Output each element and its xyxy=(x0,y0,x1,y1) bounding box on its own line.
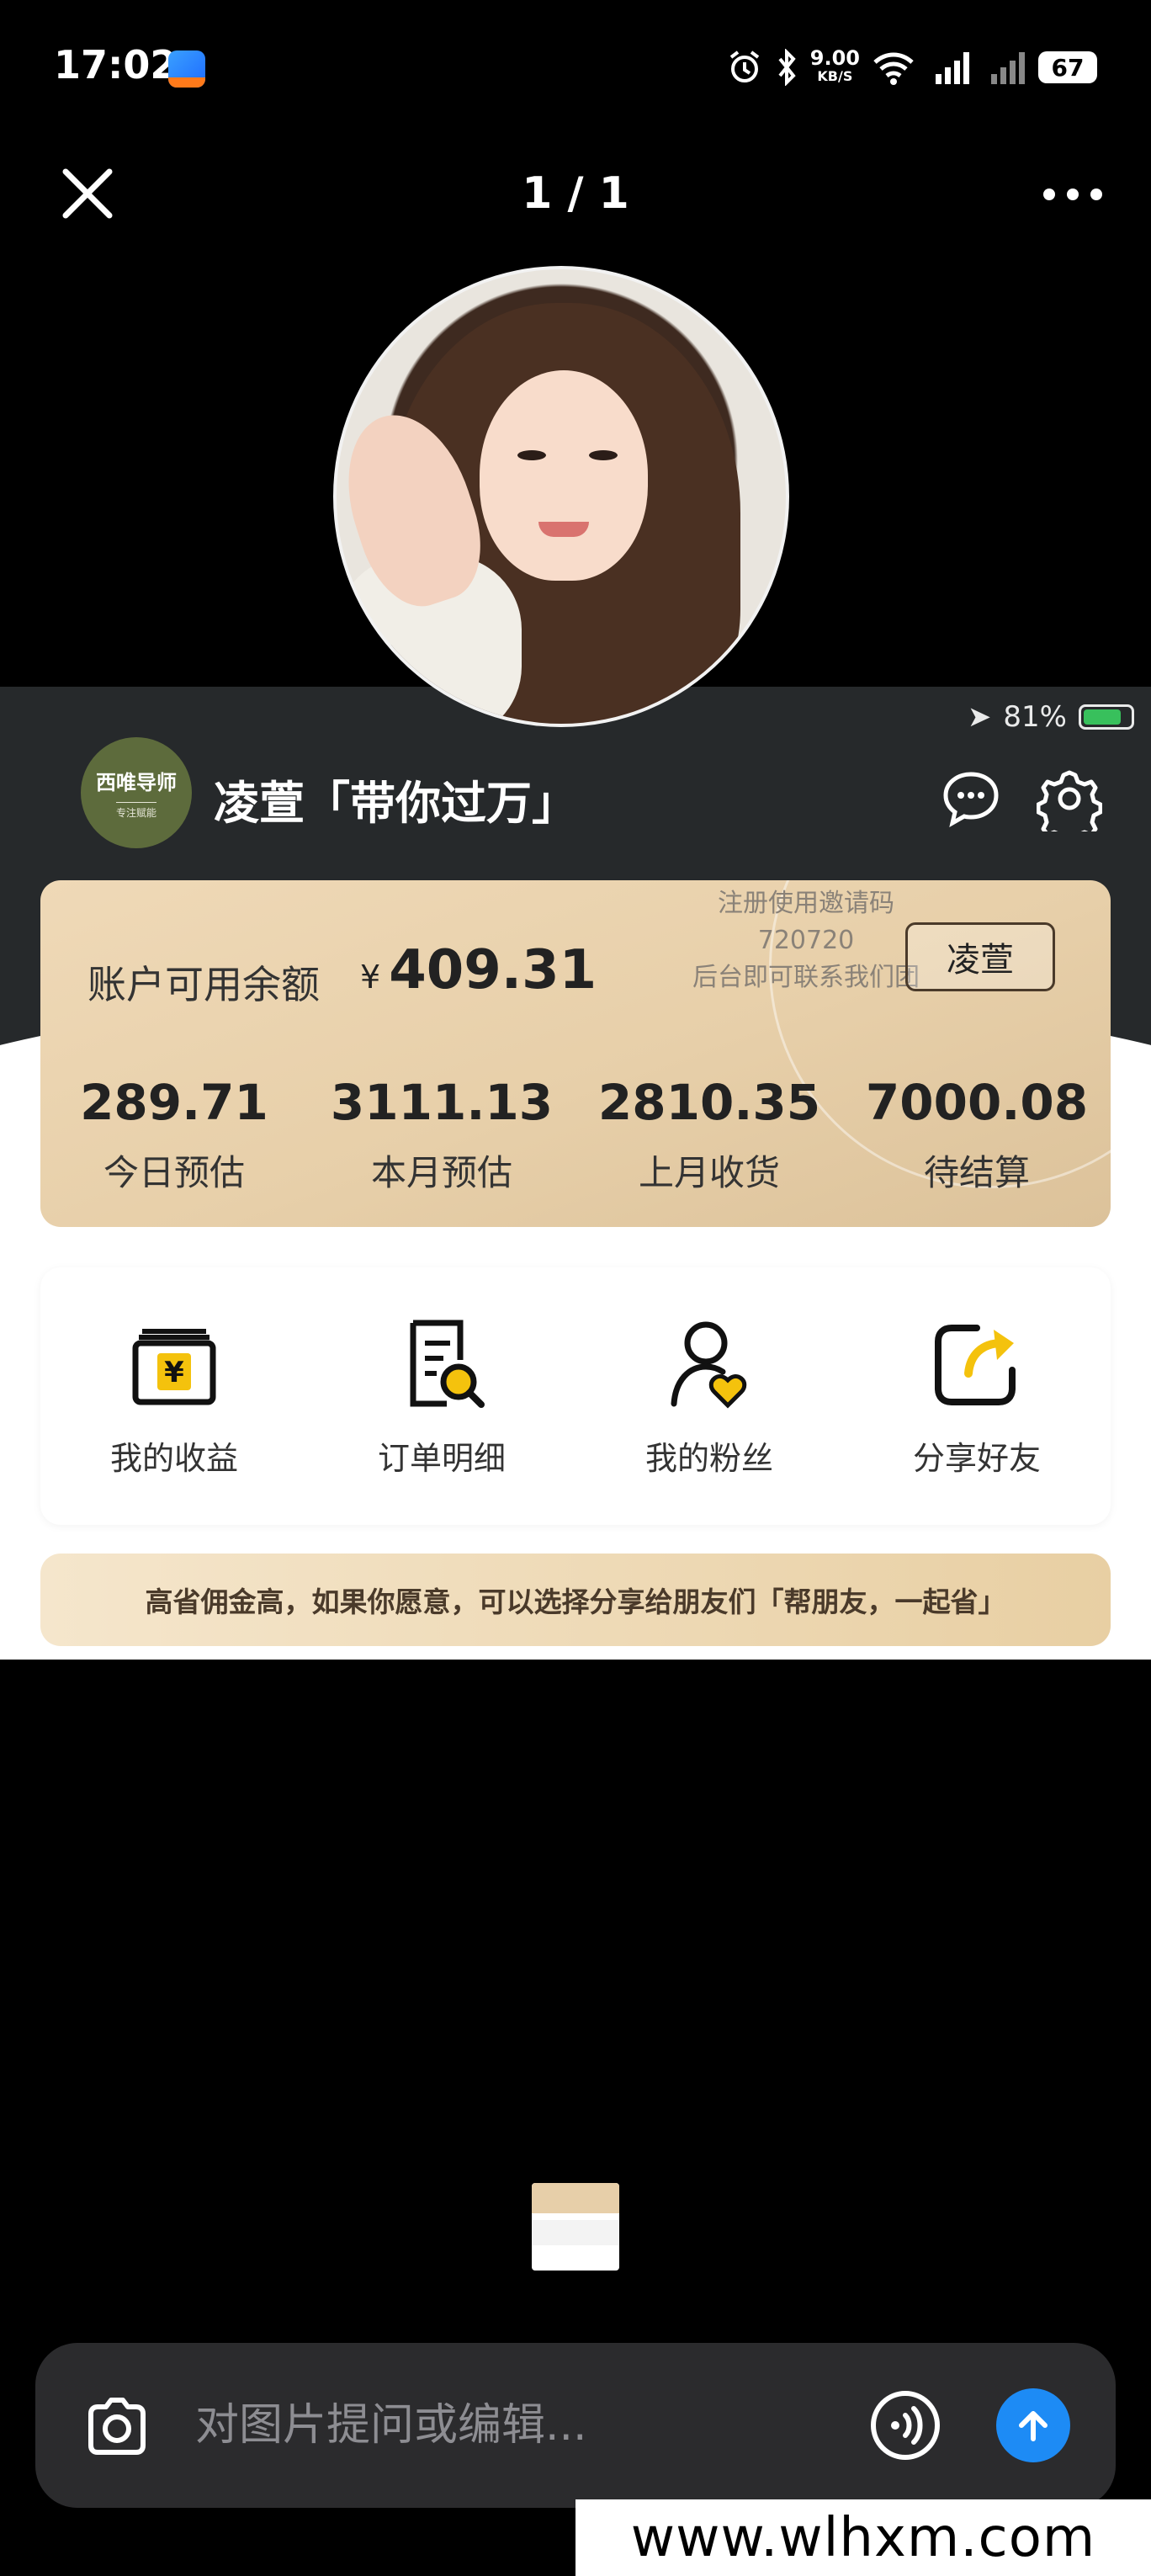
stat-last-month[interactable]: 2810.35 上月收货 xyxy=(576,1074,843,1196)
more-options-button[interactable] xyxy=(1043,173,1102,215)
inner-battery-icon xyxy=(1079,704,1134,730)
currency-symbol: ¥ xyxy=(360,959,381,996)
inner-location-icon: ➤ xyxy=(967,700,992,734)
wifi-icon xyxy=(873,52,914,85)
stat-value: 7000.08 xyxy=(865,1074,1089,1131)
app-notification-icon xyxy=(168,50,205,88)
image-counter: 1 / 1 xyxy=(522,168,629,219)
stat-value: 3111.13 xyxy=(330,1074,554,1131)
menu-item-orders[interactable]: 订单明细 xyxy=(308,1267,576,1525)
stat-this-month[interactable]: 3111.13 本月预估 xyxy=(308,1074,576,1196)
balance-card[interactable]: 账户可用余额 ¥409.31 注册使用邀请码 720720 后台即可联系我们团 … xyxy=(40,880,1111,1227)
bluetooth-icon xyxy=(778,49,796,86)
more-dot xyxy=(1090,189,1102,200)
stat-label: 今日预估 xyxy=(103,1152,245,1193)
balance-amount: 409.31 xyxy=(389,939,597,1001)
invite-name-button[interactable]: 凌萱 xyxy=(905,922,1055,991)
menu-item-earnings[interactable]: ¥ 我的收益 xyxy=(40,1267,308,1525)
watermark: www.wlhxm.com xyxy=(576,2499,1151,2576)
brand-logo: 西唯导师 专注赋能 xyxy=(81,737,192,848)
balance-label: 账户可用余额 xyxy=(88,962,320,1007)
signal-5g-icon xyxy=(936,52,969,84)
net-speed: 9.00 KB/S xyxy=(809,46,860,86)
menu-label: 分享好友 xyxy=(912,1440,1041,1477)
alarm-icon xyxy=(729,50,759,82)
stat-value: 289.71 xyxy=(80,1074,268,1131)
menu-label: 我的收益 xyxy=(109,1440,238,1477)
order-search-icon xyxy=(410,1320,485,1408)
menu-item-fans[interactable]: 我的粉丝 xyxy=(576,1267,843,1525)
gear-icon[interactable] xyxy=(1037,766,1102,831)
brand-logo-line2: 专注赋能 xyxy=(115,802,156,820)
ask-input[interactable] xyxy=(195,2392,868,2459)
stats-row: 289.71 今日预估 3111.13 本月预估 2810.35 上月收货 70… xyxy=(40,1074,1111,1196)
ask-input-bar xyxy=(35,2343,1116,2508)
profile-photo xyxy=(333,266,789,727)
inner-status-bar: ➤ 81% xyxy=(968,700,1134,734)
wallet-yen-icon: ¥ xyxy=(132,1329,216,1405)
photo-face xyxy=(480,370,648,581)
viewed-image: ➤ 81% 西唯导师 专注赋能 凌萱「带你过万」 账户可用余额 ¥409.31 … xyxy=(0,687,1151,1660)
menu-label: 订单明细 xyxy=(377,1440,506,1477)
balance-value: ¥409.31 xyxy=(360,939,597,1001)
svg-text:¥: ¥ xyxy=(164,1356,184,1389)
stat-label: 本月预估 xyxy=(370,1152,512,1193)
brand-logo-line1: 西唯导师 xyxy=(96,771,177,794)
status-bar: 17:02 9.00 KB/S 67 xyxy=(0,0,1151,135)
photo-eye xyxy=(517,450,546,460)
stat-label: 待结算 xyxy=(923,1152,1030,1193)
more-dot xyxy=(1067,189,1079,200)
invite-line1: 注册使用邀请码 xyxy=(718,889,894,918)
user-heart-icon xyxy=(671,1321,747,1409)
battery-indicator: 67 xyxy=(1038,51,1097,83)
arrow-up-icon xyxy=(1019,2411,1048,2441)
chat-icon[interactable] xyxy=(941,769,1001,830)
promo-banner[interactable]: 高省佣金高，如果你愿意，可以选择分享给朋友们「帮朋友，一起省」 xyxy=(40,1554,1111,1646)
status-icons: 9.00 KB/S 67 xyxy=(726,44,1097,91)
stat-label: 上月收货 xyxy=(638,1152,780,1193)
inner-battery-percent: 81% xyxy=(1003,700,1067,734)
status-time: 17:02 xyxy=(54,42,178,88)
photo-eye xyxy=(589,450,618,460)
thumbnail-header xyxy=(532,2183,619,2213)
more-dot xyxy=(1043,189,1055,200)
send-button[interactable] xyxy=(996,2388,1070,2462)
share-arrow-icon xyxy=(935,1325,1016,1405)
stat-pending[interactable]: 7000.08 待结算 xyxy=(843,1074,1111,1196)
photo-mouth xyxy=(538,522,589,537)
net-speed-value: 9.00 xyxy=(809,46,860,70)
username: 凌萱「带你过万」 xyxy=(214,777,577,830)
quick-menu: ¥ 我的收益 订单明细 我的粉丝 分享好友 xyxy=(40,1267,1111,1525)
stat-today[interactable]: 289.71 今日预估 xyxy=(40,1074,308,1196)
image-thumbnail[interactable] xyxy=(532,2183,619,2271)
net-speed-unit: KB/S xyxy=(817,68,853,84)
signal-icon xyxy=(991,52,1025,84)
voice-icon[interactable] xyxy=(868,2388,942,2462)
camera-icon[interactable] xyxy=(81,2390,153,2462)
menu-label: 我的粉丝 xyxy=(644,1440,773,1477)
menu-item-share[interactable]: 分享好友 xyxy=(843,1267,1111,1525)
stat-value: 2810.35 xyxy=(597,1074,821,1131)
thumbnail-body xyxy=(532,2220,619,2245)
